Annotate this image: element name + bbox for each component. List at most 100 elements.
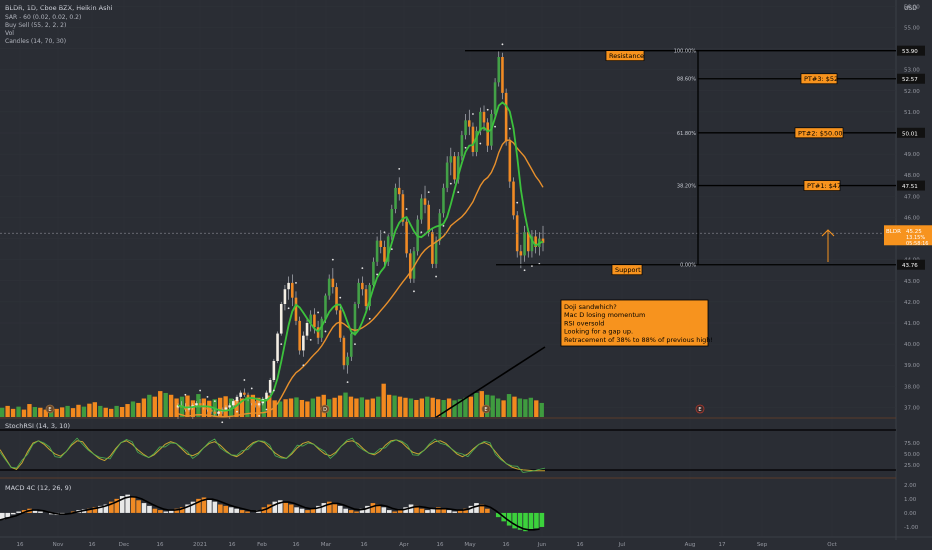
candle-body xyxy=(442,187,445,214)
candle-body xyxy=(254,403,257,406)
price-tag-label: 50.01 xyxy=(902,131,918,137)
candle-body xyxy=(357,282,360,304)
price-tag-label: 52.57 xyxy=(902,77,918,83)
sar-dot xyxy=(398,167,401,170)
volume-bar xyxy=(414,399,419,417)
candle-body xyxy=(431,232,434,264)
macd-label[interactable]: MACD 4C (12, 26, 9) xyxy=(5,484,71,492)
candle-body xyxy=(361,282,364,290)
indicator-item: Candles (14, 70, 30) xyxy=(5,38,66,45)
indicator-item: SAR - 60 (0.02, 0.02, 0.2) xyxy=(5,14,81,21)
time-tick-label: Apr xyxy=(399,542,409,548)
candle-body xyxy=(327,278,331,296)
event-marker: D xyxy=(320,404,330,414)
macd-bar xyxy=(354,511,359,513)
volume-bar xyxy=(10,408,16,417)
candle-body xyxy=(460,135,464,157)
volume-bar xyxy=(119,407,125,417)
sar-dot xyxy=(368,317,371,320)
fib-label: 0.00% xyxy=(680,263,696,269)
volume-bar xyxy=(70,408,76,417)
time-tick-label: Jul xyxy=(618,542,626,548)
time-tick-label: Nov xyxy=(53,542,64,548)
volume-bar xyxy=(343,392,348,417)
candle-body xyxy=(427,204,430,233)
price-tick-label: 46.00 xyxy=(904,215,920,221)
volume-bar xyxy=(38,407,43,417)
candle-body xyxy=(283,289,287,304)
candle-body xyxy=(294,297,298,321)
volume-bar xyxy=(87,403,92,417)
volume-bar xyxy=(92,402,98,417)
volume-bar xyxy=(386,394,392,417)
candle-body xyxy=(394,187,397,209)
volume-bar xyxy=(354,398,359,417)
candle-body xyxy=(346,356,349,366)
volume-bar xyxy=(490,395,495,417)
sar-dot xyxy=(280,343,283,346)
sar-dot xyxy=(213,400,216,403)
volume-bar xyxy=(98,405,103,417)
candle-body xyxy=(217,411,220,414)
volume-bar xyxy=(81,406,87,417)
event-marker-label: E xyxy=(48,407,51,413)
macd-bar xyxy=(152,508,158,513)
sar-dot xyxy=(265,408,268,411)
symbol-header[interactable]: BLDR, 1D, Cboe BZX, Heikin Ashi xyxy=(5,4,113,12)
volume-bar xyxy=(474,392,479,417)
candle-body xyxy=(213,411,217,414)
candle-body xyxy=(353,304,357,334)
macd-bar xyxy=(294,507,299,513)
candle-body xyxy=(287,282,290,290)
macd-bar xyxy=(321,503,327,513)
sar-dot xyxy=(199,389,202,392)
annotation-box[interactable]: Doji sandwhich?Mac D losing momentumRSI … xyxy=(560,299,713,347)
candle-body xyxy=(519,251,523,256)
price-tick-label: 55.00 xyxy=(904,25,920,31)
volume-bar xyxy=(430,397,435,417)
candle-body xyxy=(504,92,508,142)
price-tag-label: 53.90 xyxy=(902,49,918,55)
time-tick-label: 2021 xyxy=(193,542,207,548)
candle-body xyxy=(464,120,467,136)
macd-bar xyxy=(207,498,212,513)
price-tick-label: 47.00 xyxy=(904,194,920,200)
volume-bar xyxy=(130,401,136,417)
macd-bar xyxy=(343,508,348,513)
time-tick-label: Sep xyxy=(757,542,768,548)
volume-bar xyxy=(54,408,59,417)
volume-bar xyxy=(103,407,108,417)
volume-bar xyxy=(32,407,38,417)
event-marker-label: D xyxy=(323,407,327,413)
sar-dot xyxy=(508,127,511,130)
macd-tick: -1.00 xyxy=(904,525,919,531)
event-marker: E xyxy=(695,404,705,414)
annotation-line: Retracement of 38% to 88% of previous hi… xyxy=(564,336,713,344)
trading-chart[interactable]: BLDR, 1D, Cboe BZX, Heikin Ashi SAR - 60… xyxy=(0,0,932,550)
support-label: Support xyxy=(615,266,641,274)
macd-tick: 2.00 xyxy=(904,483,917,489)
sar-dot xyxy=(302,364,305,367)
volume-bar xyxy=(425,396,430,417)
time-tick-label: 16 xyxy=(89,542,96,548)
current-price-tag: BLDR 45.25 13.15% 05:58:16 xyxy=(884,225,932,247)
target-label: PT#1: $47 xyxy=(807,182,841,190)
sar-dot xyxy=(236,410,238,413)
sar-dot xyxy=(317,311,320,314)
volume-bar xyxy=(305,401,310,417)
volume-bar xyxy=(0,407,5,417)
sar-dot xyxy=(243,379,246,381)
candle-body xyxy=(508,141,512,182)
macd-bar xyxy=(228,507,234,513)
candle-body xyxy=(501,57,504,93)
annotation-line: Mac D losing momentum xyxy=(564,311,645,319)
macd-bar xyxy=(10,512,16,515)
stoch-label[interactable]: StochRSI (14, 3, 10) xyxy=(5,422,70,430)
candle-body xyxy=(423,198,427,205)
candle-body xyxy=(198,403,202,406)
sar-dot xyxy=(258,414,261,417)
volume-bar xyxy=(359,397,365,417)
sar-dot xyxy=(383,231,386,234)
candle-body xyxy=(493,82,497,114)
time-tick-label: May xyxy=(464,542,476,548)
